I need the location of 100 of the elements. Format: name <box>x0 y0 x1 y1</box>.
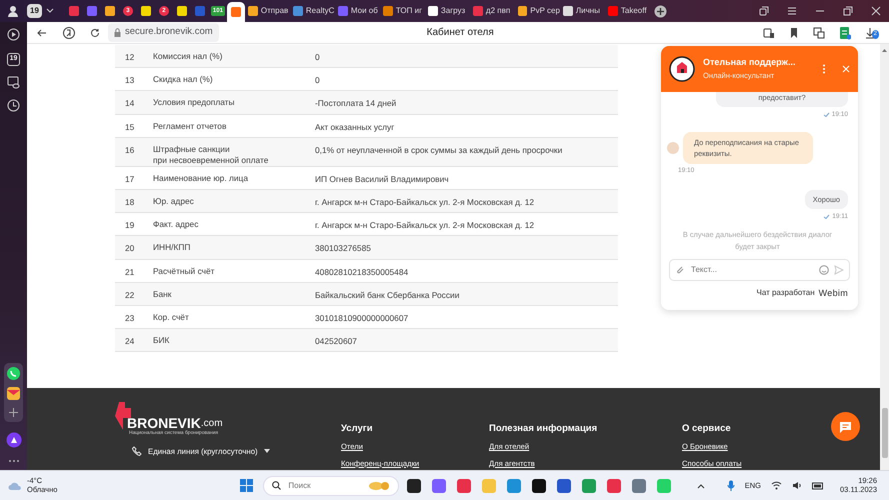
wifi-icon[interactable] <box>771 481 782 490</box>
browser-logo-icon[interactable] <box>63 26 75 38</box>
tab-title: д2 пвп <box>486 5 510 17</box>
profile-icon[interactable] <box>7 5 19 17</box>
row-number: 20 <box>124 242 136 255</box>
row-number: 24 <box>124 335 136 348</box>
field-name: Условия предоплаты <box>153 97 236 108</box>
speaker-icon[interactable] <box>792 481 802 490</box>
browser-tab[interactable] <box>226 2 245 22</box>
row-number: 12 <box>124 51 136 64</box>
plus-icon[interactable] <box>7 406 20 419</box>
row-number: 22 <box>124 288 136 302</box>
row-number: 23 <box>124 312 136 324</box>
scroll-up-icon[interactable] <box>881 47 888 53</box>
field-name: Штрафные санкции при несвоевременной оплате <box>153 144 270 166</box>
field-name: ИНН/КПП <box>153 242 192 254</box>
browser-tab[interactable]: Мои об <box>334 5 380 17</box>
download-icon[interactable] <box>864 26 875 38</box>
caret-icon[interactable] <box>264 449 270 454</box>
message-input-field[interactable]: Текст... <box>689 262 814 277</box>
tab-title: Мои об <box>350 5 378 17</box>
translate-icon[interactable] <box>812 26 825 38</box>
tab-title: RealtyC <box>306 5 334 17</box>
row-number: 13 <box>124 74 136 87</box>
check-icon <box>822 112 830 118</box>
footer-heading: Услуги <box>341 422 374 436</box>
message-field[interactable]: Текст... <box>669 258 850 280</box>
browser-tab[interactable]: Личны <box>560 5 605 17</box>
mail-icon[interactable] <box>6 386 21 401</box>
menu-icon[interactable] <box>787 6 797 16</box>
field-name: Кор. счёт <box>153 312 190 323</box>
field-value: ИП Огнев Василий Владимирович <box>315 172 450 186</box>
browser-tab[interactable]: д2 пвп <box>470 5 515 17</box>
tab-title: Takeoff <box>620 5 647 17</box>
clock-icon[interactable] <box>7 98 20 112</box>
play-icon[interactable] <box>7 28 20 41</box>
footer-heading: О сервисе <box>682 422 732 436</box>
new-tab-icon[interactable] <box>654 4 667 18</box>
screen-eye-icon[interactable] <box>7 76 20 88</box>
field-value: Байкальский банк Сбербанка России <box>315 288 460 302</box>
emoji-icon[interactable] <box>819 264 829 275</box>
browser-tab[interactable]: Загруз <box>424 5 470 17</box>
chat-bubble-icon[interactable] <box>6 366 21 381</box>
footer-heading: Полезная информация <box>489 422 598 436</box>
back-icon[interactable] <box>37 28 47 38</box>
row-number: 21 <box>124 266 136 278</box>
chat-button[interactable] <box>831 412 860 441</box>
paperclip-icon[interactable] <box>675 265 684 274</box>
tab-title: Личны <box>576 5 600 17</box>
field-value: 0,1% от неуплаченной в срок суммы за каждый день просрочки <box>315 144 564 156</box>
chat-icon <box>839 420 852 432</box>
microphone-icon[interactable] <box>726 480 735 491</box>
webim-logo[interactable]: Webim <box>818 286 848 300</box>
browser-tab[interactable]: Отправ <box>244 5 290 17</box>
check-icon <box>823 214 830 220</box>
privacy-icon[interactable] <box>762 26 775 38</box>
field-value: г. Ангарск м-н Старо-Байкальск ул. 2-я Московская д. 12 <box>315 219 536 232</box>
field-name: Банк <box>153 288 172 300</box>
spreadsheet-icon[interactable] <box>838 26 851 40</box>
tab-counter[interactable]: 19 <box>27 4 42 18</box>
tabs-icon[interactable] <box>759 6 769 16</box>
more-icon[interactable] <box>822 64 826 74</box>
bookmark-icon[interactable] <box>788 26 799 38</box>
taskbar-search-field[interactable]: Поиск <box>263 476 400 496</box>
assistant-icon[interactable] <box>6 432 22 448</box>
row-number: 14 <box>124 97 136 110</box>
browser-tab[interactable]: ТОП иг <box>380 5 425 17</box>
app-icon[interactable] <box>532 478 546 492</box>
logo-text: BRONEVIK <box>127 416 201 430</box>
tab-title: Загруз <box>440 5 466 17</box>
address-bar[interactable]: secure.bronevik.com <box>108 23 219 42</box>
scrollbar-thumb[interactable] <box>882 408 888 458</box>
field-name: Наименование юр. лица <box>153 172 249 184</box>
battery-icon[interactable] <box>812 482 824 490</box>
search-highlight-drawing <box>368 480 390 492</box>
phone-icon <box>132 446 142 456</box>
field-value: Акт оказанных услуг <box>315 120 396 134</box>
field-name: БИК <box>153 335 170 346</box>
field-value: 042520607 <box>315 335 358 348</box>
tab-title: ТОП иг <box>396 5 422 17</box>
restore-icon[interactable] <box>843 6 853 16</box>
close-icon[interactable] <box>871 6 881 16</box>
chevron-up-icon[interactable] <box>696 482 705 488</box>
credit-text: Чат разработан <box>756 287 815 300</box>
browser-tab[interactable]: Takeoff <box>604 5 650 17</box>
row-number: 18 <box>124 196 136 209</box>
reload-icon[interactable] <box>90 28 100 38</box>
windows-logo-icon[interactable] <box>240 479 254 492</box>
browser-tab[interactable]: RealtyC <box>290 5 335 17</box>
browser-tab[interactable]: PvP сер <box>514 5 560 17</box>
row-number: 15 <box>124 120 136 134</box>
search-input-field[interactable]: Поиск <box>286 478 346 492</box>
field-value: 0 <box>315 51 321 64</box>
app-icon[interactable] <box>407 478 422 492</box>
url-text: secure.bronevik.com <box>125 25 213 40</box>
more-icon[interactable] <box>8 458 20 464</box>
chat-title: Отельная поддерж... <box>703 56 796 70</box>
field-value: 30101810900000000607 <box>315 312 410 324</box>
page-title: Кабинет отеля <box>426 26 494 40</box>
field-name: Факт. адрес <box>153 219 200 230</box>
